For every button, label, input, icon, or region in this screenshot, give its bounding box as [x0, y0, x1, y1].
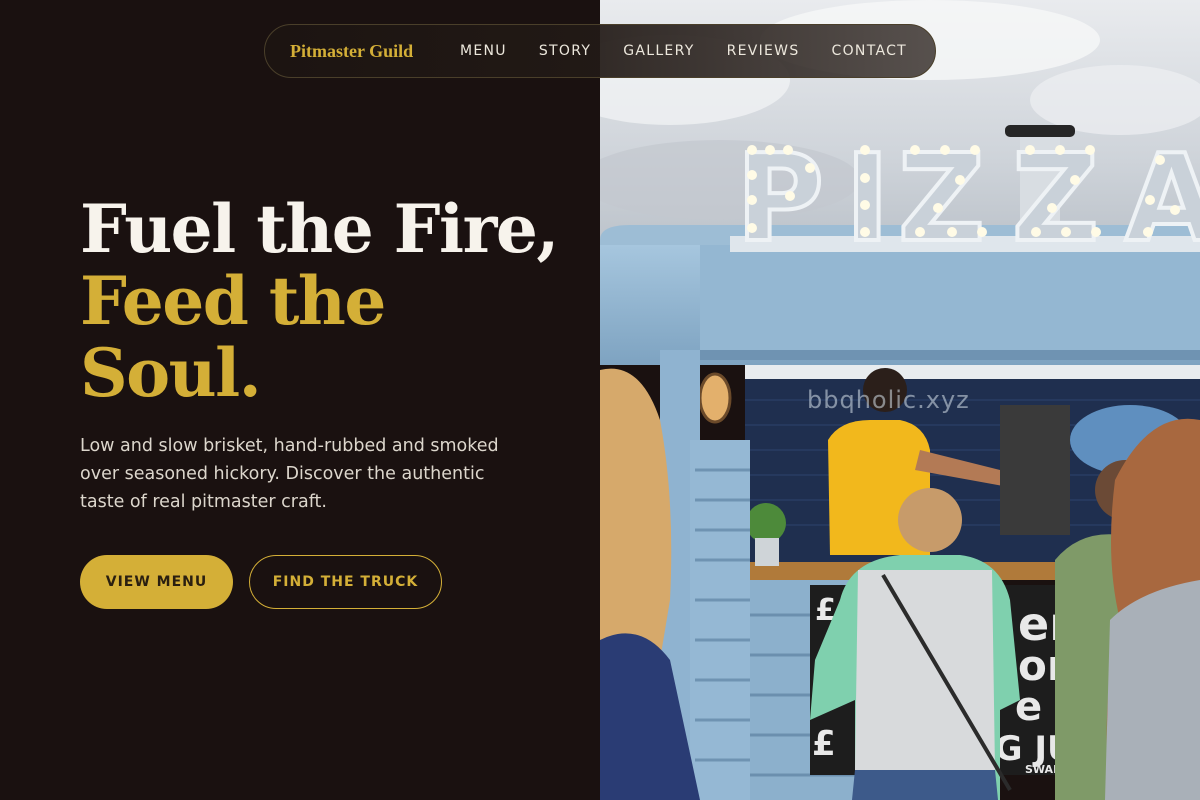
- svg-text:£: £: [812, 724, 836, 764]
- find-the-truck-button[interactable]: FIND THE TRUCK: [249, 555, 442, 609]
- nav-link-contact[interactable]: CONTACT: [832, 43, 908, 59]
- svg-text:A: A: [1125, 130, 1200, 269]
- image-watermark: bbqholic.xyz: [807, 386, 970, 414]
- nav-link-menu[interactable]: MENU: [460, 43, 507, 59]
- hero-description: Low and slow brisket, hand-rubbed and sm…: [80, 436, 499, 512]
- main-navigation: Pitmaster Guild MENU STORY GALLERY REVIE…: [264, 24, 936, 78]
- nav-links: MENU STORY GALLERY REVIEWS CONTACT: [460, 25, 907, 77]
- nav-link-story[interactable]: STORY: [539, 43, 591, 59]
- nav-link-reviews[interactable]: REVIEWS: [727, 43, 800, 59]
- nav-link-gallery[interactable]: GALLERY: [623, 43, 694, 59]
- hero-image-panel: P I Z Z A £ oni e - £ IG JU SWAP bbqholi…: [600, 0, 1200, 800]
- hero-title-line-3: Soul.: [80, 334, 262, 412]
- view-menu-button[interactable]: VIEW MENU: [80, 555, 233, 609]
- hero-title: Fuel the Fire, Feed the Soul.: [80, 193, 580, 409]
- hero-text-panel: Fuel the Fire, Feed the Soul. Low and sl…: [0, 0, 600, 800]
- hero-title-line-1: Fuel the Fire,: [80, 190, 559, 268]
- hero-title-line-2: Feed the: [80, 262, 386, 340]
- brand-logo[interactable]: Pitmaster Guild: [290, 25, 413, 77]
